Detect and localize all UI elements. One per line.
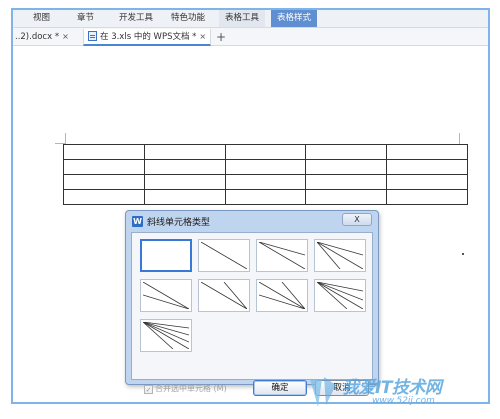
close-icon[interactable]: × <box>199 32 206 41</box>
table-cell[interactable] <box>305 144 388 160</box>
watermark-text: 我爱IT技术网 <box>342 378 442 398</box>
ok-button[interactable]: 确定 <box>253 380 307 396</box>
table-row <box>63 144 468 160</box>
menu-table-tools[interactable]: 表格工具 <box>219 10 266 27</box>
dialog-title: 斜线单元格类型 <box>147 218 211 228</box>
double-diagonal-icon <box>259 242 305 269</box>
diagonal-type-1[interactable] <box>198 239 250 272</box>
table-cell[interactable] <box>305 189 388 205</box>
margin-mark-right <box>459 133 460 144</box>
fan-diagonal-icon <box>259 282 305 309</box>
table-cell[interactable] <box>63 174 145 190</box>
table-row <box>63 189 468 205</box>
diagonal-type-6[interactable] <box>256 279 308 312</box>
tab-wps-doc[interactable]: 在 3.xls 中的 WPS文档 * × <box>83 29 212 46</box>
table-cell[interactable] <box>386 159 468 175</box>
diagonal-type-5[interactable] <box>198 279 250 312</box>
site-watermark: 我爱IT技术网 www.52ij.com <box>300 369 490 413</box>
multi-diagonal-icon <box>317 282 363 309</box>
no-diagonal-icon <box>144 243 190 270</box>
stray-mark <box>462 253 464 255</box>
close-button[interactable]: X <box>342 213 372 226</box>
merge-cells-checkbox[interactable]: ✓ <box>144 385 153 394</box>
fan-multi-diagonal-icon <box>143 322 189 349</box>
triple-diagonal-icon <box>317 242 363 269</box>
merge-cells-option[interactable]: ✓ 合并选中单元格 (M) <box>144 383 227 395</box>
single-diagonal-icon <box>201 242 247 269</box>
dialog-title-bar[interactable]: W 斜线单元格类型 X <box>126 211 378 231</box>
menu-view[interactable]: 视图 <box>27 10 56 27</box>
document-table[interactable] <box>63 144 468 205</box>
table-cell[interactable] <box>386 189 468 205</box>
reverse-double-diagonal-icon <box>201 282 247 309</box>
merge-cells-label: 合并选中单元格 <box>155 384 211 393</box>
table-cell[interactable] <box>143 189 226 205</box>
menu-features[interactable]: 特色功能 <box>165 10 211 27</box>
menu-table-style[interactable]: 表格样式 <box>271 10 318 27</box>
table-cell[interactable] <box>305 159 388 175</box>
document-icon <box>88 31 97 41</box>
tab-docx-label: ..2).docx * <box>15 32 60 42</box>
table-cell[interactable] <box>224 159 307 175</box>
diagonal-cell-dialog: W 斜线单元格类型 X ✓ 合并选中单元格 (M) 确定 取消 <box>125 210 379 396</box>
table-cell[interactable] <box>386 144 468 160</box>
table-row <box>63 159 468 175</box>
wps-writer-icon: W <box>132 216 143 227</box>
diagonal-type-4[interactable] <box>140 279 192 312</box>
table-cell[interactable] <box>143 159 226 175</box>
table-cell[interactable] <box>143 174 226 190</box>
table-cell[interactable] <box>224 144 307 160</box>
menu-chapter[interactable]: 章节 <box>71 10 100 27</box>
diagonal-type-8[interactable] <box>140 319 192 352</box>
watermark-url: www.52ij.com <box>372 396 435 406</box>
document-tab-bar: ..2).docx * × 在 3.xls 中的 WPS文档 * × <box>13 28 488 46</box>
table-cell[interactable] <box>224 174 307 190</box>
table-cell[interactable] <box>63 189 145 205</box>
diagonal-type-none[interactable] <box>140 239 192 272</box>
close-icon[interactable]: × <box>62 32 69 41</box>
diagonal-type-2[interactable] <box>256 239 308 272</box>
table-cell[interactable] <box>224 189 307 205</box>
tab-wps-doc-label: 在 3.xls 中的 WPS文档 * <box>100 32 197 42</box>
reverse-diagonal-icon <box>143 282 189 309</box>
table-cell[interactable] <box>63 159 145 175</box>
table-cell[interactable] <box>305 174 388 190</box>
table-cell[interactable] <box>63 144 145 160</box>
new-tab-button[interactable]: + <box>216 28 226 46</box>
watermark-logo-icon <box>310 377 336 407</box>
table-row <box>63 174 468 190</box>
dialog-body: ✓ 合并选中单元格 (M) 确定 取消 <box>131 232 373 396</box>
table-cell[interactable] <box>386 174 468 190</box>
table-cell[interactable] <box>143 144 226 160</box>
menu-bar: 视图 章节 开发工具 特色功能 表格工具 表格样式 <box>13 10 488 28</box>
menu-dev-tools[interactable]: 开发工具 <box>113 10 159 27</box>
diagonal-type-7[interactable] <box>314 279 366 312</box>
tab-docx[interactable]: ..2).docx * × <box>15 29 69 46</box>
merge-cells-shortcut: (M) <box>213 384 227 393</box>
close-icon: X <box>354 215 360 224</box>
diagonal-type-3[interactable] <box>314 239 366 272</box>
